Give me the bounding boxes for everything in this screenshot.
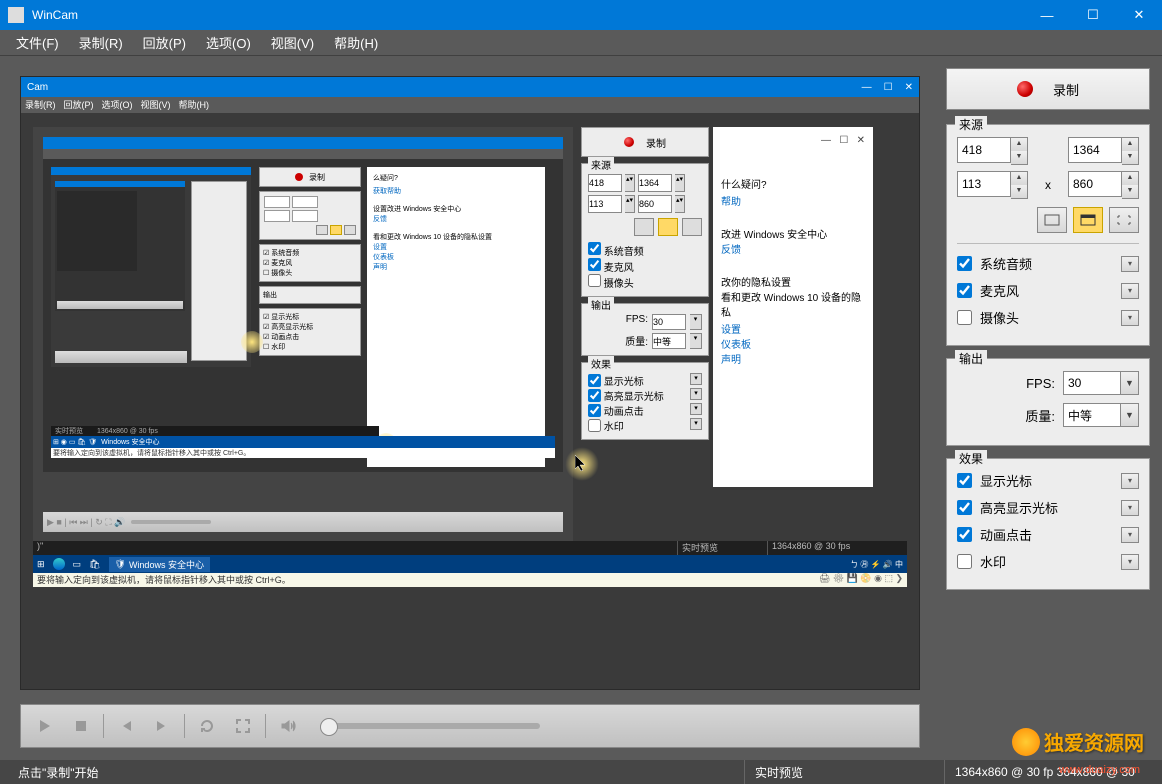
skip-forward-button[interactable] bbox=[148, 712, 176, 740]
y-spinner[interactable]: ▲▼ bbox=[1011, 171, 1028, 199]
skip-back-button[interactable] bbox=[112, 712, 140, 740]
record-button[interactable]: 录制 bbox=[946, 68, 1150, 110]
source-group: 来源 ▲▼ ▲▼ ▲▼ x ▲▼ 系统音频▾ 麦克风▾ 摄像头▾ bbox=[946, 124, 1150, 346]
watermark-overlay: 独爱资源网 bbox=[1012, 727, 1144, 756]
app-title: WinCam bbox=[32, 8, 1024, 22]
menu-help[interactable]: 帮助(H) bbox=[324, 31, 388, 54]
preview-canvas: Cam —☐✕ 录制(R) 回放(P) 选项(O) 视图(V) 帮助(H) bbox=[20, 76, 920, 690]
edge-icon bbox=[53, 558, 65, 570]
system-audio-label: 系统音频 bbox=[980, 254, 1121, 273]
watermark-dropdown[interactable]: ▾ bbox=[1121, 554, 1139, 570]
win-security-panel: — ☐ ✕ 什么疑问? 帮助 改进 Windows 安全中心 反馈 改你的隐私设… bbox=[713, 127, 873, 487]
nested-window: Cam —☐✕ 录制(R) 回放(P) 选项(O) 视图(V) 帮助(H) bbox=[21, 77, 919, 605]
highlight-cursor-label: 高亮显示光标 bbox=[980, 498, 1121, 517]
record-dot-icon bbox=[1017, 81, 1033, 97]
fps-label: FPS: bbox=[1026, 376, 1055, 391]
maximize-button[interactable]: ☐ bbox=[1070, 0, 1116, 30]
coord-sep: x bbox=[1034, 178, 1062, 192]
record-label: 录制 bbox=[1053, 80, 1079, 99]
quality-label: 质量: bbox=[1025, 406, 1055, 425]
watermark-url: www.duaizy.com bbox=[1059, 764, 1140, 776]
menu-options[interactable]: 选项(O) bbox=[196, 31, 261, 54]
menu-playback[interactable]: 回放(P) bbox=[133, 31, 196, 54]
system-audio-checkbox[interactable] bbox=[957, 256, 972, 271]
system-audio-dropdown[interactable]: ▾ bbox=[1121, 256, 1139, 272]
h-input[interactable] bbox=[1068, 171, 1122, 197]
playback-bar bbox=[20, 704, 920, 748]
effects-group-title: 效果 bbox=[955, 450, 987, 467]
watermark-checkbox[interactable] bbox=[957, 554, 972, 569]
explorer-icon: ▭ bbox=[73, 559, 82, 570]
nested-side-panel: 录制 来源 ▴▾ ▴▾ ▴▾ ▴▾ bbox=[581, 127, 709, 440]
cursor-highlight-icon bbox=[565, 447, 599, 481]
mode-window-button[interactable] bbox=[1073, 207, 1103, 233]
statusbar: 点击"录制"开始 实时预览 1364x860 @ 30 fp 364x860 @… bbox=[0, 760, 1162, 784]
source-group-title: 来源 bbox=[955, 116, 987, 133]
stop-button[interactable] bbox=[67, 712, 95, 740]
highlight-cursor-dropdown[interactable]: ▾ bbox=[1121, 500, 1139, 516]
status-preview: 实时预览 bbox=[744, 760, 944, 784]
volume-button[interactable] bbox=[274, 712, 302, 740]
side-panel: 录制 来源 ▲▼ ▲▼ ▲▼ x ▲▼ 系统音频▾ 麦克风▾ 摄像头▾ bbox=[940, 56, 1162, 760]
nested-titlebar: Cam —☐✕ bbox=[21, 77, 919, 97]
h-spinner[interactable]: ▲▼ bbox=[1122, 171, 1139, 199]
mode-fullscreen-button[interactable] bbox=[1037, 207, 1067, 233]
minimize-button[interactable]: — bbox=[1024, 0, 1070, 30]
watermark-text: 独爱资源网 bbox=[1044, 727, 1144, 756]
play-button[interactable] bbox=[31, 712, 59, 740]
microphone-checkbox[interactable] bbox=[957, 283, 972, 298]
nested-menubar: 录制(R) 回放(P) 选项(O) 视图(V) 帮助(H) bbox=[21, 97, 919, 113]
cursor-glow-icon bbox=[241, 331, 263, 353]
x-input[interactable] bbox=[957, 137, 1011, 163]
windows-start-icon: ⊞ bbox=[37, 559, 45, 570]
animate-click-label: 动画点击 bbox=[980, 525, 1121, 544]
highlight-cursor-checkbox[interactable] bbox=[957, 500, 972, 515]
y-input[interactable] bbox=[957, 171, 1011, 197]
animate-click-dropdown[interactable]: ▾ bbox=[1121, 527, 1139, 543]
mode-region-button[interactable] bbox=[1109, 207, 1139, 233]
volume-slider[interactable] bbox=[320, 723, 540, 729]
store-icon: 🛍 bbox=[89, 559, 100, 570]
x-spinner[interactable]: ▲▼ bbox=[1011, 137, 1028, 165]
fps-arrow[interactable]: ▼ bbox=[1121, 371, 1139, 395]
menubar: 文件(F) 录制(R) 回放(P) 选项(O) 视图(V) 帮助(H) bbox=[0, 30, 1162, 56]
effects-group: 效果 显示光标▾ 高亮显示光标▾ 动画点击▾ 水印▾ bbox=[946, 458, 1150, 590]
loop-button[interactable] bbox=[193, 712, 221, 740]
w-spinner[interactable]: ▲▼ bbox=[1122, 137, 1139, 165]
animate-click-checkbox[interactable] bbox=[957, 527, 972, 542]
inner-preview: 录制 ☑ 系统音频☑ 麦克风☐ 摄像头 输出 bbox=[33, 127, 573, 542]
camera-checkbox[interactable] bbox=[957, 310, 972, 325]
show-cursor-checkbox[interactable] bbox=[957, 473, 972, 488]
microphone-label: 麦克风 bbox=[980, 281, 1121, 300]
app-icon bbox=[8, 7, 24, 23]
fullscreen-button[interactable] bbox=[229, 712, 257, 740]
menu-view[interactable]: 视图(V) bbox=[261, 31, 324, 54]
close-button[interactable]: ✕ bbox=[1116, 0, 1162, 30]
quality-select[interactable] bbox=[1063, 403, 1121, 427]
w-input[interactable] bbox=[1068, 137, 1122, 163]
menu-file[interactable]: 文件(F) bbox=[6, 31, 69, 54]
tiny-win-security: 么疑问? 获取帮助 设置改进 Windows 安全中心 反馈 看和更改 Wind… bbox=[367, 167, 545, 467]
titlebar: WinCam — ☐ ✕ bbox=[0, 0, 1162, 30]
tiny-right-panel: 录制 ☑ 系统音频☑ 麦克风☐ 摄像头 输出 bbox=[259, 167, 361, 457]
microphone-dropdown[interactable]: ▾ bbox=[1121, 283, 1139, 299]
vm-hint: 要将输入定向到该虚拟机，请将鼠标指针移入其中或按 Ctrl+G。 bbox=[37, 573, 819, 587]
camera-label: 摄像头 bbox=[980, 308, 1121, 327]
show-cursor-dropdown[interactable]: ▾ bbox=[1121, 473, 1139, 489]
watermark-logo-icon bbox=[1012, 728, 1040, 756]
status-hint: 点击"录制"开始 bbox=[8, 760, 744, 784]
fps-select[interactable] bbox=[1063, 371, 1121, 395]
watermark-label: 水印 bbox=[980, 552, 1121, 571]
menu-record[interactable]: 录制(R) bbox=[69, 31, 133, 54]
camera-dropdown[interactable]: ▾ bbox=[1121, 310, 1139, 326]
taskbar-security: 🛡 Windows 安全中心 bbox=[109, 557, 210, 572]
output-group-title: 输出 bbox=[955, 350, 987, 367]
show-cursor-label: 显示光标 bbox=[980, 471, 1121, 490]
quality-arrow[interactable]: ▼ bbox=[1121, 403, 1139, 427]
output-group: 输出 FPS: ▼ 质量: ▼ bbox=[946, 358, 1150, 446]
